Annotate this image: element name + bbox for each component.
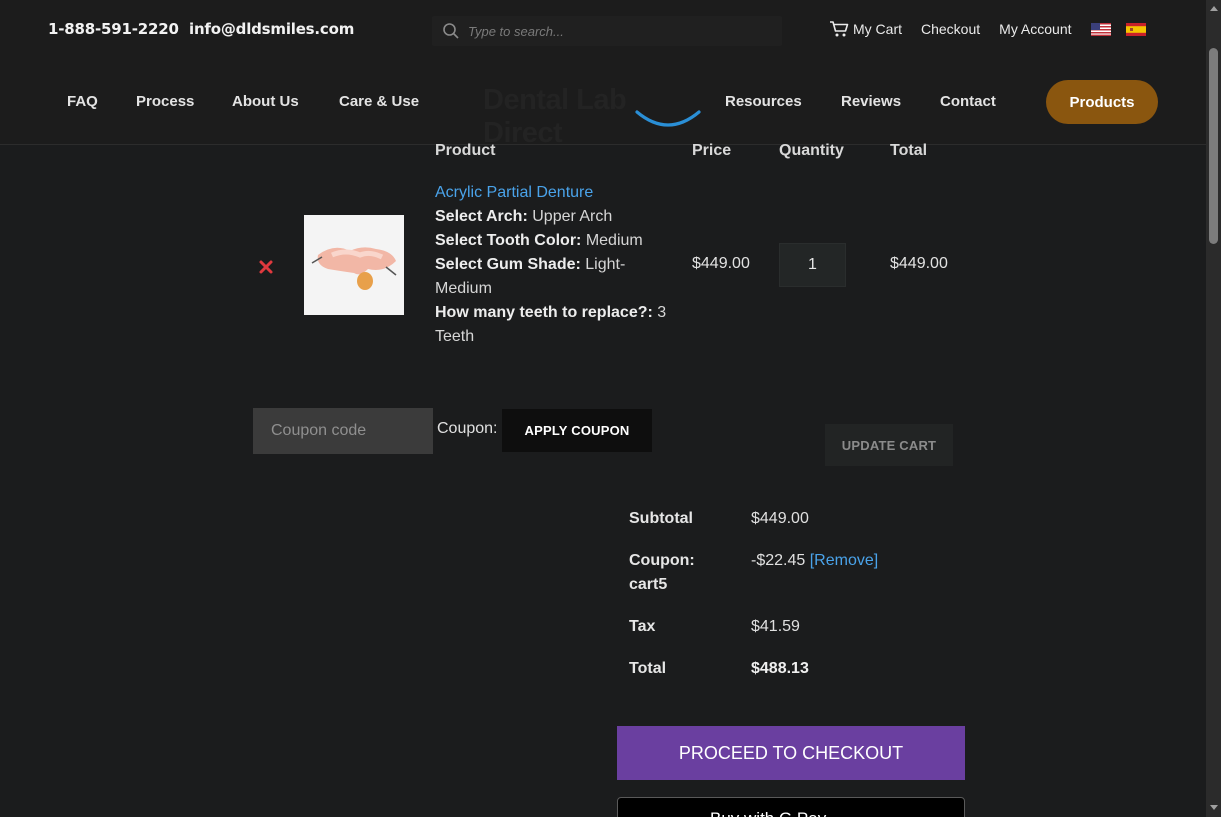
site-logo[interactable]: Dental Lab Direct	[483, 80, 708, 149]
scroll-down-icon[interactable]	[1210, 805, 1218, 810]
coupon-total-label: Coupon:	[629, 552, 695, 569]
coupon-discount: -$22.45 [Remove]	[751, 549, 878, 573]
tax-value: $41.59	[751, 618, 800, 635]
remove-item-icon[interactable]	[258, 259, 274, 275]
product-thumbnail[interactable]	[304, 215, 404, 315]
header-product: Product	[435, 142, 496, 159]
my-account-link[interactable]: My Account	[999, 21, 1071, 37]
order-total-label: Total	[629, 660, 667, 677]
coupon-code-text: cart5	[629, 576, 668, 593]
option-label: Select Gum Shade:	[435, 256, 581, 273]
nav-reviews[interactable]: Reviews	[841, 93, 901, 110]
search-box	[432, 16, 782, 46]
remove-coupon-link[interactable]: [Remove]	[810, 552, 878, 569]
spain-flag-icon[interactable]	[1125, 22, 1146, 36]
option-arch: Select Arch: Upper Arch	[435, 205, 675, 229]
scroll-thumb[interactable]	[1209, 48, 1218, 244]
header-quantity: Quantity	[779, 142, 844, 159]
apply-coupon-button[interactable]: APPLY COUPON	[502, 409, 652, 452]
checkout-link[interactable]: Checkout	[921, 21, 980, 37]
subtotal-label: Subtotal	[629, 510, 693, 527]
header-total: Total	[890, 142, 928, 159]
google-pay-button[interactable]: Buy with G Pay	[617, 797, 965, 817]
search-icon[interactable]	[442, 22, 460, 40]
smile-logo-icon	[635, 110, 701, 127]
option-teeth-count: How many teeth to replace?: 3 Teeth	[435, 301, 675, 349]
cart-icon	[830, 21, 849, 37]
option-gum-shade: Select Gum Shade: Light-Medium	[435, 253, 675, 301]
item-total: $449.00	[890, 255, 948, 272]
nav-contact[interactable]: Contact	[940, 93, 996, 110]
option-label: Select Tooth Color:	[435, 232, 582, 249]
my-cart-label: My Cart	[853, 21, 902, 37]
email-address[interactable]: info@dldsmiles.com	[189, 20, 354, 38]
item-price: $449.00	[692, 255, 750, 272]
coupon-label: Coupon:	[437, 420, 498, 437]
google-pay-label: Buy with G Pay	[710, 809, 826, 817]
option-tooth-color: Select Tooth Color: Medium	[435, 229, 675, 253]
nav-about-us[interactable]: About Us	[232, 93, 299, 110]
top-links: My Cart Checkout My Account	[829, 20, 1161, 38]
subtotal-value: $449.00	[751, 510, 809, 527]
tax-label: Tax	[629, 618, 656, 635]
coupon-code-input[interactable]	[253, 408, 433, 454]
option-label: How many teeth to replace?:	[435, 304, 653, 321]
order-total-value: $488.13	[751, 660, 809, 677]
products-button[interactable]: Products	[1046, 80, 1158, 124]
scroll-up-icon[interactable]	[1210, 6, 1218, 11]
us-flag-icon[interactable]	[1090, 22, 1111, 36]
page: 1-888-591-2220 info@dldsmiles.com My Car…	[0, 0, 1221, 817]
denture-image	[304, 215, 404, 315]
option-value: Medium	[585, 232, 643, 249]
coupon-discount-value: -$22.45	[751, 552, 806, 569]
my-cart-link[interactable]: My Cart	[829, 20, 902, 38]
product-name-link[interactable]: Acrylic Partial Denture	[435, 184, 593, 201]
proceed-to-checkout-button[interactable]: PROCEED TO CHECKOUT	[617, 726, 965, 780]
phone-number[interactable]: 1-888-591-2220	[48, 20, 179, 38]
search-input[interactable]	[468, 20, 768, 42]
scrollbar[interactable]	[1206, 0, 1221, 817]
site-header: 1-888-591-2220 info@dldsmiles.com My Car…	[0, 0, 1206, 149]
nav-faq[interactable]: FAQ	[67, 93, 98, 110]
nav-resources[interactable]: Resources	[725, 93, 802, 110]
option-label: Select Arch:	[435, 208, 528, 225]
update-cart-button[interactable]: UPDATE CART	[825, 424, 953, 466]
nav-process[interactable]: Process	[136, 93, 194, 110]
header-price: Price	[692, 142, 732, 159]
option-value: Upper Arch	[532, 208, 613, 225]
nav-care-use[interactable]: Care & Use	[339, 93, 419, 110]
quantity-input[interactable]	[779, 243, 846, 287]
product-details: Acrylic Partial Denture Select Arch: Upp…	[435, 181, 675, 349]
